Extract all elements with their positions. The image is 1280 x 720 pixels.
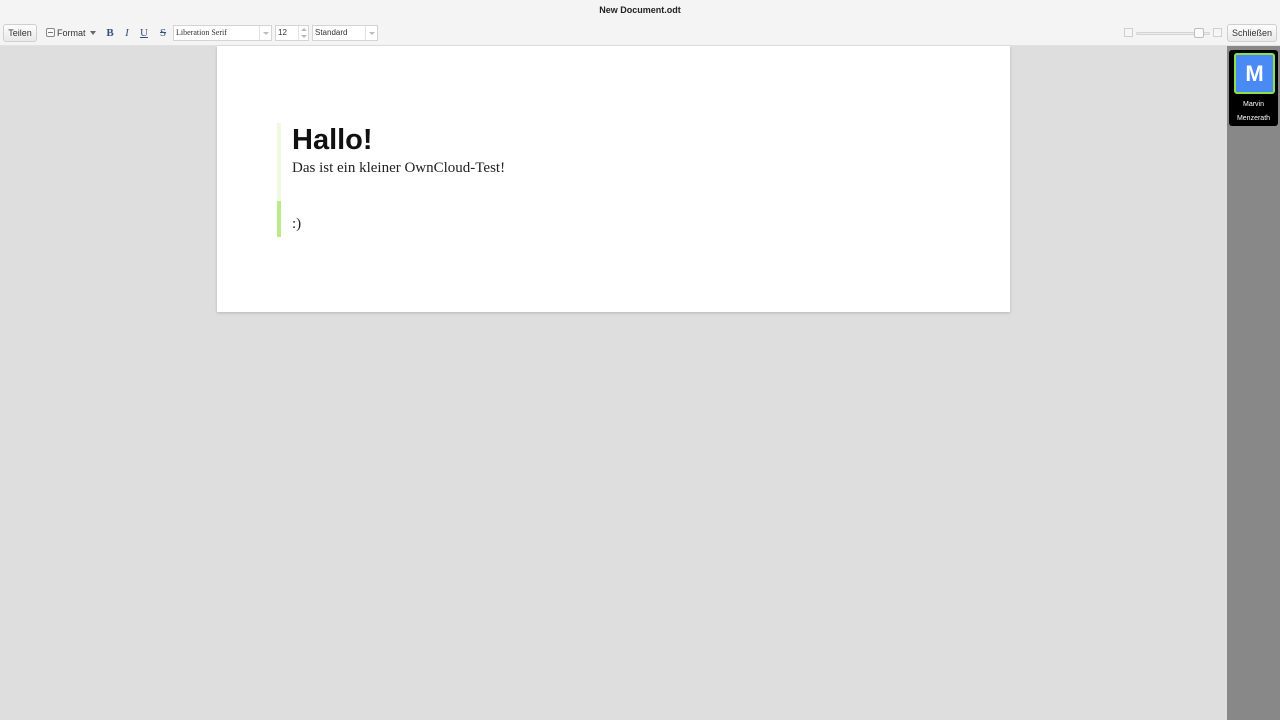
font-size-spin-icon[interactable] (298, 26, 308, 40)
user-last-name: Menzerath (1236, 115, 1271, 122)
underline-button[interactable]: U (138, 26, 150, 40)
paragraph-style-dropdown-icon[interactable] (365, 26, 377, 40)
font-size-value: 12 (278, 28, 287, 37)
zoom-thumb[interactable] (1193, 28, 1204, 38)
share-button[interactable]: Teilen (3, 24, 37, 42)
bold-button[interactable]: B (104, 26, 116, 40)
collaborators-sidebar: M Marvin Menzerath (1227, 46, 1280, 720)
font-size-stepper[interactable]: 12 (275, 25, 309, 41)
title-bar: New Document.odt (0, 0, 1280, 20)
document-paragraph[interactable]: Das ist ein kleiner OwnCloud-Test! (292, 159, 505, 177)
paragraph-style-select[interactable]: Standard (312, 25, 378, 41)
document-last-line[interactable]: :) (292, 215, 301, 233)
zoom-out-icon[interactable] (1124, 28, 1133, 37)
document-page[interactable]: Hallo! Das ist ein kleiner OwnCloud-Test… (217, 46, 1010, 312)
format-icon (46, 28, 55, 37)
format-menu-button[interactable]: Format (46, 26, 96, 40)
paragraph-style-value: Standard (315, 28, 348, 37)
document-heading[interactable]: Hallo! (292, 120, 373, 160)
font-family-dropdown-icon[interactable] (259, 26, 271, 40)
cursor-marker (277, 201, 281, 237)
zoom-slider[interactable] (1124, 25, 1222, 41)
document-title: New Document.odt (599, 5, 681, 15)
close-button[interactable]: Schließen (1227, 24, 1277, 42)
user-name: Marvin Menzerath (1229, 98, 1278, 126)
italic-button[interactable]: I (121, 26, 133, 40)
user-first-name: Marvin (1242, 101, 1264, 108)
user-card[interactable]: M Marvin Menzerath (1229, 50, 1278, 126)
font-family-value: Liberation Serif (176, 28, 227, 37)
format-label: Format (57, 28, 86, 38)
font-family-select[interactable]: Liberation Serif (173, 25, 272, 41)
chevron-down-icon (89, 31, 96, 35)
zoom-in-icon[interactable] (1213, 28, 1222, 37)
paragraph-marker (277, 123, 281, 201)
avatar: M (1234, 53, 1275, 94)
strikethrough-button[interactable]: S (157, 26, 169, 40)
editor-toolbar: Teilen Format B I U S Liberation Serif 1… (0, 20, 1280, 46)
